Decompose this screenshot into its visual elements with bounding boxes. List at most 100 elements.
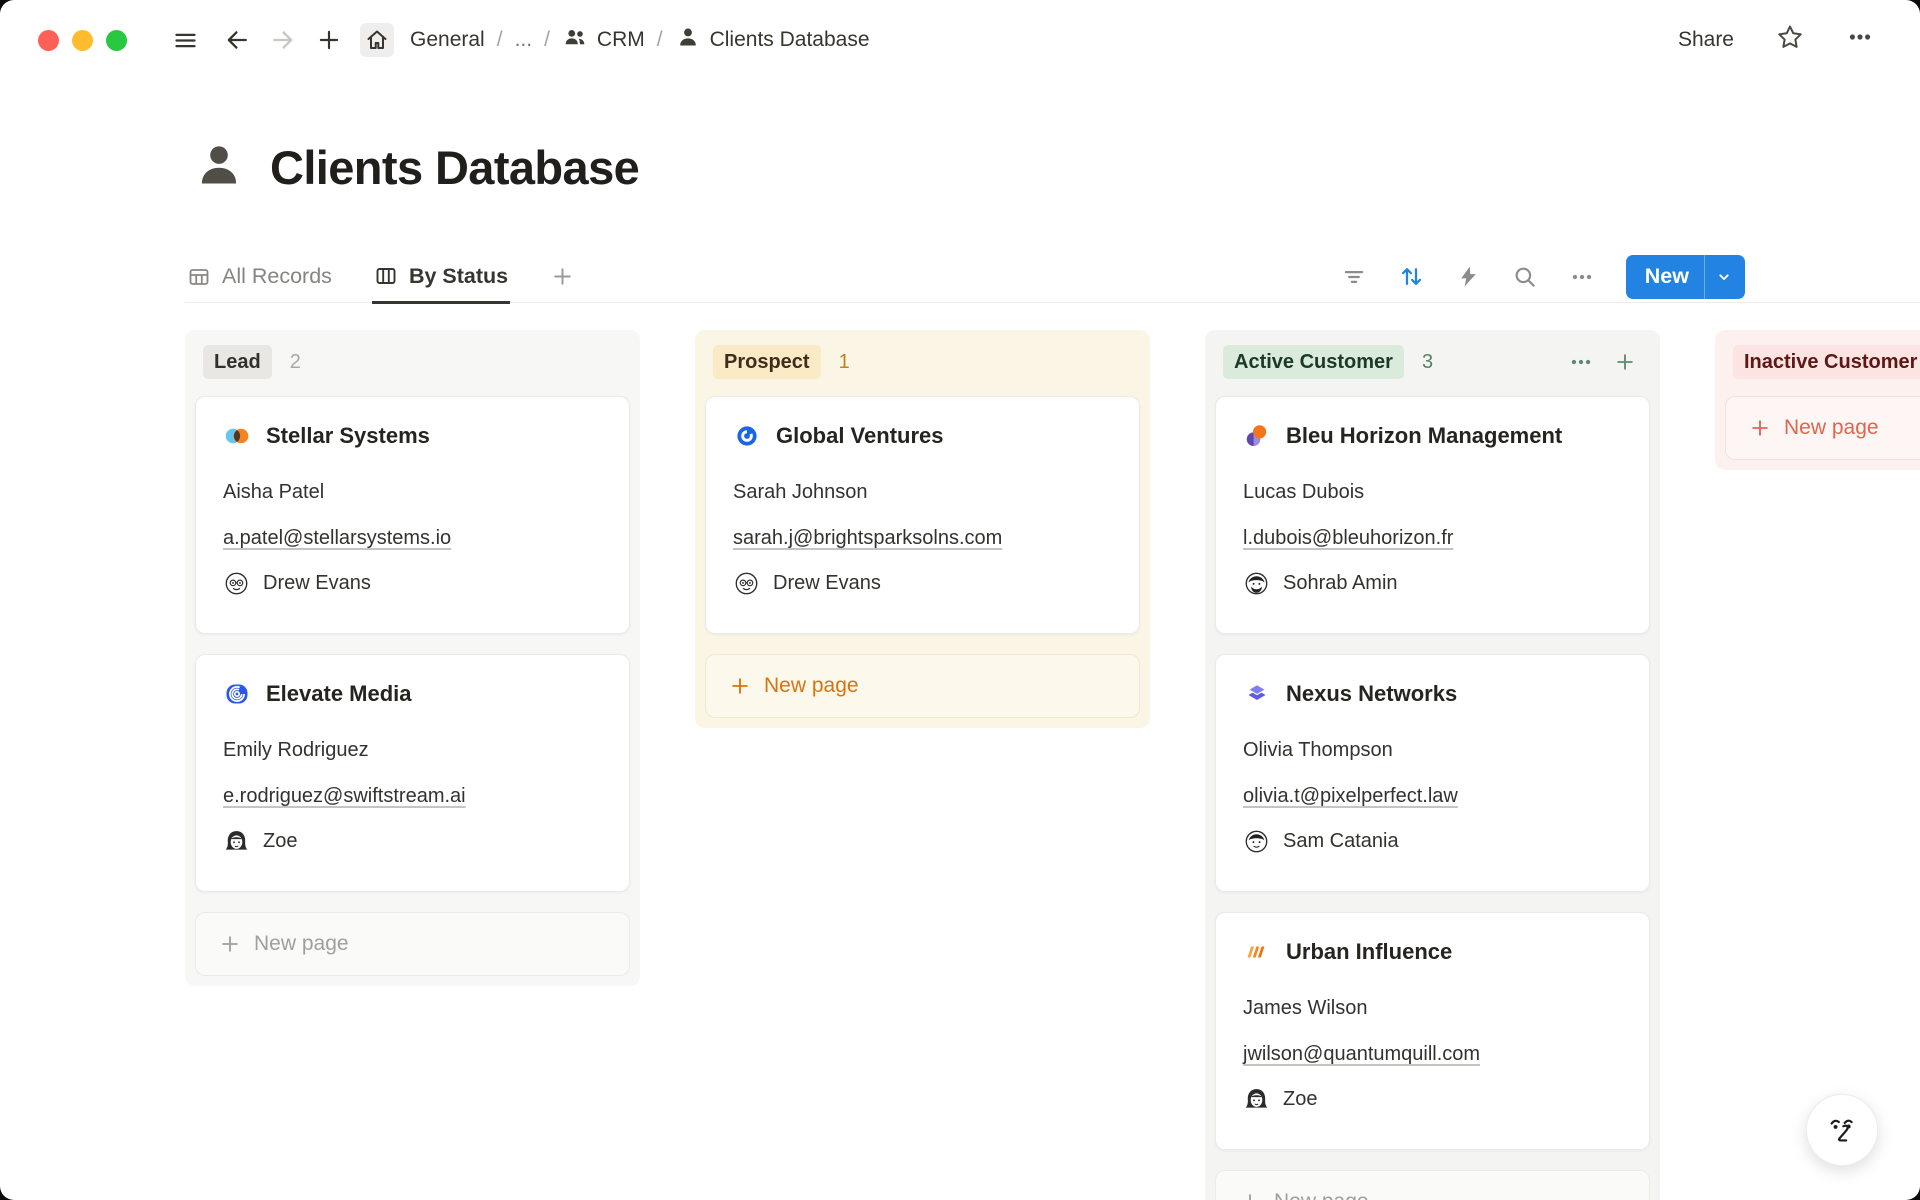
card-email-link[interactable]: e.rodriguez@swiftstream.ai [223,782,466,810]
card-elevate-media[interactable]: Elevate Media Emily Rodriguez e.rodriguez@… [195,654,630,892]
card-email-link[interactable]: olivia.t@pixelperfect.law [1243,782,1458,810]
face-logo-icon [1822,1110,1862,1150]
card-company-name: Elevate Media [266,681,412,707]
company-spiral-icon [223,680,251,708]
card-bleu-horizon-management[interactable]: Bleu Horizon Management Lucas Dubois l.dub… [1215,396,1650,634]
board-column-active-customer: Active Customer 3 Bleu Horizon Management L… [1205,330,1660,1200]
card-owner-name: Drew Evans [773,572,881,595]
column-header: Inactive Customer [1725,330,1920,396]
breadcrumb-general[interactable]: General [410,28,485,52]
column-header: Prospect 1 [705,330,1140,396]
search-icon[interactable] [1512,264,1538,290]
breadcrumb-crm[interactable]: CRM [562,24,645,56]
breadcrumb: General / ... / CRM / Clients Database [410,24,870,56]
breadcrumb-clients-database[interactable]: Clients Database [675,24,870,56]
card-contact-name: Emily Rodriguez [223,736,602,764]
sidebar-menu-icon[interactable] [168,23,202,57]
card-company-name: Urban Influence [1286,939,1452,965]
column-count: 1 [839,351,850,374]
avatar-sohrab [1243,570,1270,597]
company-stripes-icon [1243,938,1271,966]
card-owner-name: Sam Catania [1283,830,1399,853]
card-owner-name: Zoe [1283,1088,1317,1111]
breadcrumb-separator: / [544,28,550,52]
column-count: 3 [1422,351,1433,374]
new-page-button[interactable]: New page [195,912,630,976]
more-options-icon[interactable] [1846,23,1874,57]
board-column-prospect: Prospect 1 Global Ventures Sarah Johnson sar… [695,330,1150,728]
automation-bolt-icon[interactable] [1456,264,1481,289]
plus-icon [1239,1191,1261,1200]
card-email-link[interactable]: jwilson@quantumquill.com [1243,1040,1480,1068]
new-page-button[interactable]: New page [1725,396,1920,460]
card-owner-name: Sohrab Amin [1283,572,1398,595]
card-stellar-systems[interactable]: Stellar Systems Aisha Patel a.patel@stella… [195,396,630,634]
card-company-name: Bleu Horizon Management [1286,423,1562,449]
plus-icon [1749,417,1771,439]
filter-icon[interactable] [1341,264,1367,290]
people-icon [562,24,588,56]
new-record-button[interactable]: New [1626,255,1745,299]
avatar-zoe [223,828,250,855]
app-window: General / ... / CRM / Clients Database S… [0,0,1920,1200]
column-add-card-icon[interactable] [1614,351,1636,373]
add-view-button[interactable] [548,250,577,303]
board-column-lead: Lead2 Stellar Systems Aisha Patel a.patel@s… [185,330,640,986]
plus-icon [729,675,751,697]
back-arrow-icon[interactable] [220,23,254,57]
breadcrumb-collapsed[interactable]: ... [515,28,533,52]
avatar-drew [733,570,760,597]
card-global-ventures[interactable]: Global Ventures Sarah Johnson sarah.j@brig… [705,396,1140,634]
home-icon[interactable] [360,23,394,57]
card-urban-influence[interactable]: Urban InfluenceJames Wilsonjwilson@quant… [1215,912,1650,1150]
card-contact-name: Sarah Johnson [733,478,1112,506]
breadcrumb-separator: / [497,28,503,52]
page-title[interactable]: Clients Database [270,140,639,195]
card-owner-name: Drew Evans [263,572,371,595]
view-options-icon[interactable] [1569,264,1595,290]
zoom-window-button[interactable] [106,30,127,51]
page-person-icon [192,138,246,197]
new-record-dropdown[interactable] [1705,267,1745,287]
card-nexus-networks[interactable]: Nexus Networks Olivia Thompson olivia.t@pi… [1215,654,1650,892]
column-header: Lead2 [195,330,630,396]
new-tab-plus-icon[interactable] [312,23,346,57]
favorite-star-icon[interactable] [1776,23,1804,57]
card-company-name: Stellar Systems [266,423,430,449]
person-icon [675,24,701,56]
card-contact-name: Olivia Thompson [1243,736,1622,764]
card-email-link[interactable]: l.dubois@bleuhorizon.fr [1243,524,1453,552]
card-email-link[interactable]: a.patel@stellarsystems.io [223,524,451,552]
column-status-badge[interactable]: Prospect [713,345,821,379]
plus-icon [219,933,241,955]
card-contact-name: Aisha Patel [223,478,602,506]
company-pie-icon [1243,422,1271,450]
tab-by-status[interactable]: By Status [372,251,510,304]
column-status-badge[interactable]: Inactive Customer [1733,345,1920,379]
avatar-drew [223,570,250,597]
card-contact-name: Lucas Dubois [1243,478,1622,506]
window-topbar: General / ... / CRM / Clients Database S… [0,0,1920,80]
new-page-button[interactable]: New page [705,654,1140,718]
tab-all-records[interactable]: All Records [185,250,334,303]
breadcrumb-separator: / [657,28,663,52]
card-company-name: Global Ventures [776,423,944,449]
avatar-sam [1243,828,1270,855]
company-swirl-icon [733,422,761,450]
column-options-icon[interactable] [1568,349,1594,375]
new-page-button[interactable]: New page [1215,1170,1650,1200]
column-status-badge[interactable]: Lead [203,345,272,379]
board-column-inactive-customer: Inactive Customer New page [1715,330,1920,470]
sort-icon[interactable] [1398,263,1425,290]
company-overlap-circles-icon [223,422,251,450]
assistant-face-button[interactable] [1806,1094,1878,1166]
card-owner-name: Zoe [263,830,297,853]
forward-arrow-icon[interactable] [266,23,300,57]
share-button[interactable]: Share [1678,28,1734,52]
minimize-window-button[interactable] [72,30,93,51]
column-status-badge[interactable]: Active Customer [1223,345,1404,379]
close-window-button[interactable] [38,30,59,51]
card-email-link[interactable]: sarah.j@brightsparksolns.com [733,524,1002,552]
column-header: Active Customer 3 [1215,330,1650,396]
card-company-name: Nexus Networks [1286,681,1457,707]
